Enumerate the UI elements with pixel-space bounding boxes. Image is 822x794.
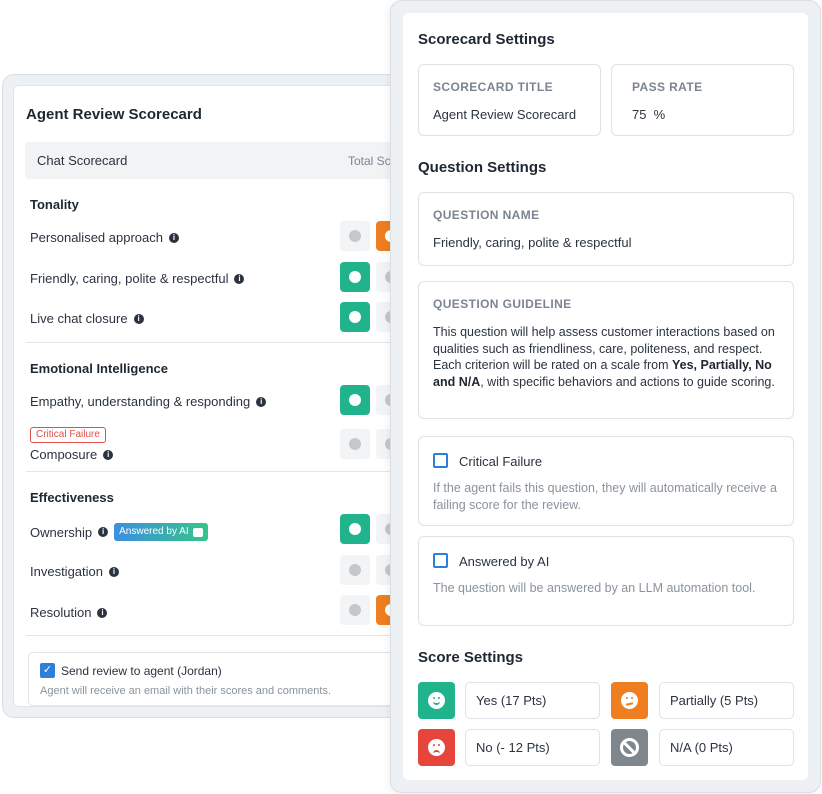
score-settings-title: Score Settings: [418, 649, 524, 666]
section-effectiveness: Effectiveness: [30, 490, 114, 505]
sad-face-icon: [428, 739, 445, 756]
question-guideline-text: This question will help assess customer …: [433, 325, 775, 389]
score-yes-button[interactable]: [340, 514, 370, 544]
chat-scorecard-label: Chat Scorecard: [37, 153, 128, 168]
answered-by-ai-description: The question will be answered by an LLM …: [433, 581, 756, 595]
no-points-field[interactable]: No (- 12 Pts): [465, 729, 600, 766]
smile-icon: [349, 604, 361, 616]
agent-review-scorecard-panel: Agent Review Scorecard Chat Scorecard To…: [2, 74, 422, 718]
question-name-value: Friendly, caring, polite & respectful: [433, 235, 632, 250]
scorecard-title-value: Agent Review Scorecard: [433, 107, 577, 122]
smile-icon: [349, 271, 361, 283]
question-composure: Composure i: [30, 447, 114, 462]
score-yes-button[interactable]: [340, 385, 370, 415]
info-icon[interactable]: i: [234, 273, 245, 284]
critical-failure-checkbox[interactable]: [433, 453, 448, 468]
info-icon[interactable]: i: [109, 566, 119, 577]
question-empathy: Empathy, understanding & responding i: [30, 394, 267, 409]
score-yes-button[interactable]: [340, 595, 370, 625]
ban-icon: [620, 738, 639, 757]
question-live-chat-closure: Live chat closure i: [30, 311, 144, 326]
smile-icon: [349, 230, 361, 242]
na-points-field[interactable]: N/A (0 Pts): [659, 729, 794, 766]
question-resolution: Resolution i: [30, 605, 108, 620]
neutral-face-icon: [621, 692, 638, 709]
score-yes-button[interactable]: [340, 555, 370, 585]
yes-points-field[interactable]: Yes (17 Pts): [465, 682, 600, 719]
smile-icon: [349, 523, 361, 535]
send-review-option: ✓ Send review to agent (Jordan) Agent wi…: [28, 652, 410, 706]
chat-scorecard-header: Chat Scorecard Total Score: [25, 142, 410, 179]
question-ownership: Ownership i Answered by AI: [30, 523, 208, 541]
question-guideline-field[interactable]: QUESTION GUIDELINE This question will he…: [418, 281, 794, 419]
score-yes-button[interactable]: [340, 262, 370, 292]
divider: [26, 471, 410, 472]
question-friendly-caring: Friendly, caring, polite & respectful i: [30, 271, 245, 286]
scorecard-settings-body: Scorecard Settings SCORECARD TITLE Agent…: [403, 13, 808, 780]
pass-rate-value: 75 %: [632, 107, 666, 122]
no-score-icon: [418, 729, 455, 766]
agent-review-scorecard-body: Agent Review Scorecard Chat Scorecard To…: [13, 85, 411, 707]
score-yes-button[interactable]: [340, 302, 370, 332]
info-icon[interactable]: i: [168, 232, 179, 243]
question-name-caption: QUESTION NAME: [433, 208, 540, 222]
pass-rate-caption: PASS RATE: [632, 80, 703, 94]
scorecard-settings-panel: Scorecard Settings SCORECARD TITLE Agent…: [390, 0, 821, 793]
answered-by-ai-checkbox[interactable]: [433, 553, 448, 568]
critical-failure-badge: Critical Failure: [30, 427, 106, 443]
review-title: Agent Review Scorecard: [26, 106, 202, 123]
scorecard-title-caption: SCORECARD TITLE: [433, 80, 553, 94]
partially-points-field[interactable]: Partially (5 Pts): [659, 682, 794, 719]
question-guideline-caption: QUESTION GUIDELINE: [433, 297, 572, 311]
partially-score-icon: [611, 682, 648, 719]
critical-failure-option: Critical Failure If the agent fails this…: [418, 436, 794, 526]
smile-icon: [349, 564, 361, 576]
smile-icon: [428, 692, 445, 709]
send-review-label: Send review to agent (Jordan): [61, 664, 222, 678]
yes-score-icon: [418, 682, 455, 719]
answered-by-ai-option: Answered by AI The question will be answ…: [418, 536, 794, 626]
scorecard-settings-title: Scorecard Settings: [418, 31, 555, 48]
answered-by-ai-label: Answered by AI: [459, 554, 550, 569]
robot-icon: [192, 527, 203, 537]
section-emotional-intelligence: Emotional Intelligence: [30, 361, 168, 376]
critical-failure-description: If the agent fails this question, they w…: [433, 481, 777, 512]
divider: [26, 342, 410, 343]
info-icon[interactable]: i: [133, 313, 144, 324]
answered-by-ai-badge: Answered by AI: [114, 523, 208, 541]
send-review-checkbox[interactable]: ✓: [40, 663, 55, 678]
smile-icon: [349, 311, 361, 323]
question-personalised-approach: Personalised approach i: [30, 230, 179, 245]
smile-icon: [349, 394, 361, 406]
divider: [26, 635, 410, 636]
info-icon[interactable]: i: [97, 607, 108, 618]
send-review-description: Agent will receive an email with their s…: [40, 685, 332, 697]
info-icon[interactable]: i: [256, 396, 267, 407]
smile-icon: [349, 438, 361, 450]
question-investigation: Investigation i: [30, 564, 119, 579]
info-icon[interactable]: i: [103, 449, 114, 460]
question-name-field[interactable]: QUESTION NAME Friendly, caring, polite &…: [418, 192, 794, 266]
pass-rate-field[interactable]: PASS RATE 75 %: [611, 64, 794, 136]
section-tonality: Tonality: [30, 197, 79, 212]
score-yes-button[interactable]: [340, 429, 370, 459]
scorecard-title-field[interactable]: SCORECARD TITLE Agent Review Scorecard: [418, 64, 601, 136]
question-settings-title: Question Settings: [418, 159, 547, 176]
score-yes-button[interactable]: [340, 221, 370, 251]
critical-failure-label: Critical Failure: [459, 454, 543, 469]
na-score-icon: [611, 729, 648, 766]
info-icon[interactable]: i: [98, 527, 109, 537]
